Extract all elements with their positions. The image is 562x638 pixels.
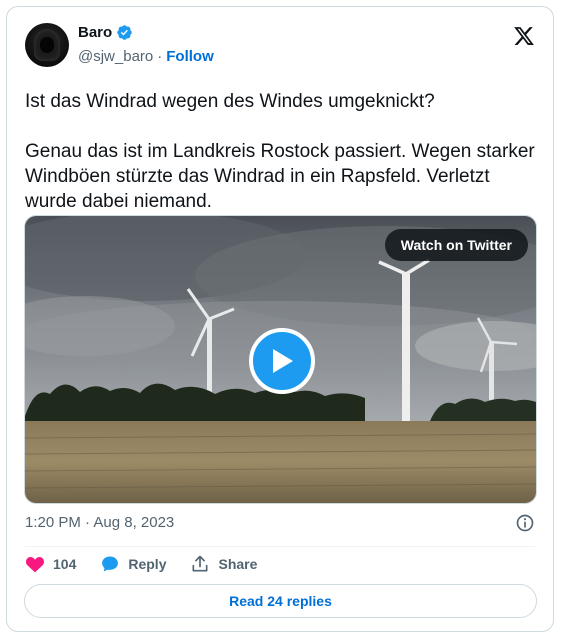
follow-button[interactable]: Follow xyxy=(166,48,214,65)
x-logo-icon[interactable] xyxy=(513,25,535,47)
verified-badge-icon xyxy=(117,25,132,40)
tweet-paragraph: Genau das ist im Landkreis Rostock passi… xyxy=(25,141,535,212)
tweet-text: Ist das Windrad wegen des Windes umgekni… xyxy=(25,89,535,214)
play-button[interactable] xyxy=(249,328,315,394)
action-bar: 104 Reply Share xyxy=(25,552,257,576)
author-handle[interactable]: @sjw_baro xyxy=(78,48,153,65)
share-label: Share xyxy=(218,556,258,572)
tweet-timestamp[interactable]: 1:20 PM · Aug 8, 2023 xyxy=(25,514,174,531)
tweet-paragraph: Ist das Windrad wegen des Windes umgekni… xyxy=(25,91,435,112)
avatar[interactable] xyxy=(25,23,69,67)
author-name[interactable]: Baro xyxy=(78,24,112,41)
reply-bubble-icon xyxy=(102,556,119,572)
tweet-card: Baro @sjw_baro · Follow Ist das Windrad … xyxy=(6,6,554,632)
video-thumbnail[interactable]: Watch on Twitter xyxy=(24,215,537,504)
author-handle-row: @sjw_baro · Follow xyxy=(78,48,214,65)
handle-separator: · xyxy=(157,48,163,65)
share-icon xyxy=(192,555,208,572)
avatar-face-shape xyxy=(40,37,54,53)
watch-on-twitter-button[interactable]: Watch on Twitter xyxy=(384,229,528,261)
info-icon[interactable] xyxy=(515,513,535,533)
read-replies-button[interactable]: Read 24 replies xyxy=(24,584,537,618)
heart-icon xyxy=(26,556,44,573)
like-count: 104 xyxy=(53,556,77,572)
play-icon xyxy=(273,349,293,373)
like-button[interactable]: 104 xyxy=(25,554,76,574)
reply-button[interactable]: Reply xyxy=(100,554,166,574)
reply-label: Reply xyxy=(128,556,167,572)
author-name-row: Baro xyxy=(78,24,133,41)
share-button[interactable]: Share xyxy=(190,554,257,574)
divider xyxy=(25,546,535,547)
